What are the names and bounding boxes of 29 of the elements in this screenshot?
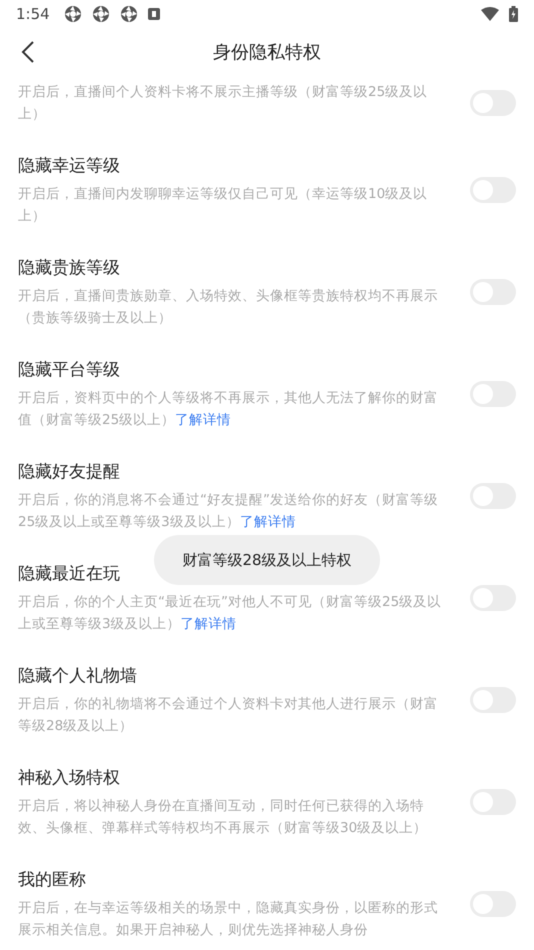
battery-icon [509,6,518,22]
page-title: 身份隐私特权 [213,41,321,64]
details-link[interactable]: 了解详情 [175,412,232,428]
setting-title: 隐藏幸运等级 [18,155,121,178]
status-time: 1:54 [16,5,50,23]
setting-description: 开启后，资料页中的个人等级将不再展示，其他人无法了解你的财富值（财富等级25级以上）了解详情 [18,389,439,430]
setting-description: 开启后，在与幸运等级相关的场景中，隐藏真实身份，以匿称的形式展示相关信息。如果开启神秘人，则优先选择神秘人身份 [18,899,439,940]
notification-icon [148,8,160,20]
details-link[interactable]: 了解详情 [180,616,237,632]
setting-description: 开启后，你的礼物墙将不会通过个人资料卡对其他人进行展示（财富等级28级及以上） [18,695,439,736]
setting-description: 开启后，你的消息将不会通过“好友提醒”发送给你的好友（财富等级25级及以上或至尊等级3级及以上）了解详情 [18,491,439,532]
setting-title: 隐藏最近在玩 [18,563,121,586]
app-icon [92,5,110,23]
setting-title: 隐藏个人礼物墙 [18,665,138,688]
setting-title: 隐藏贵族等级 [18,257,121,280]
setting-title: 隐藏好友提醒 [18,461,121,484]
toast-message: 财富等级28级及以上特权 [154,535,380,585]
setting-title: 我的匿称 [18,869,87,892]
setting-description: 开启后，直播间内发聊聊幸运等级仅自己可见（幸运等级10级及以上） [18,185,428,226]
setting-description: 开启后，直播间个人资料卡将不展示主播等级（财富等级25级及以上） [18,83,428,124]
app-icon [64,5,82,23]
setting-description: 开启后，直播间贵族勋章、入场特效、头像框等贵族特权均不再展示（贵族等级骑士及以上） [18,287,439,328]
wifi-icon [481,7,499,21]
app-icon [120,5,138,23]
setting-description: 开启后，将以神秘人身份在直播间互动，同时任何已获得的入场特效、头像框、弹幕样式等特权均不再展示（财富等级30级及以上） [18,797,428,838]
setting-description: 开启后，你的个人主页“最近在玩”对他人不可见（财富等级25级及以上或至尊等级3级及以上）了解详情 [18,593,442,634]
details-link[interactable]: 了解详情 [240,514,296,530]
setting-title: 神秘入场特权 [18,767,121,790]
setting-title: 隐藏平台等级 [18,359,121,382]
